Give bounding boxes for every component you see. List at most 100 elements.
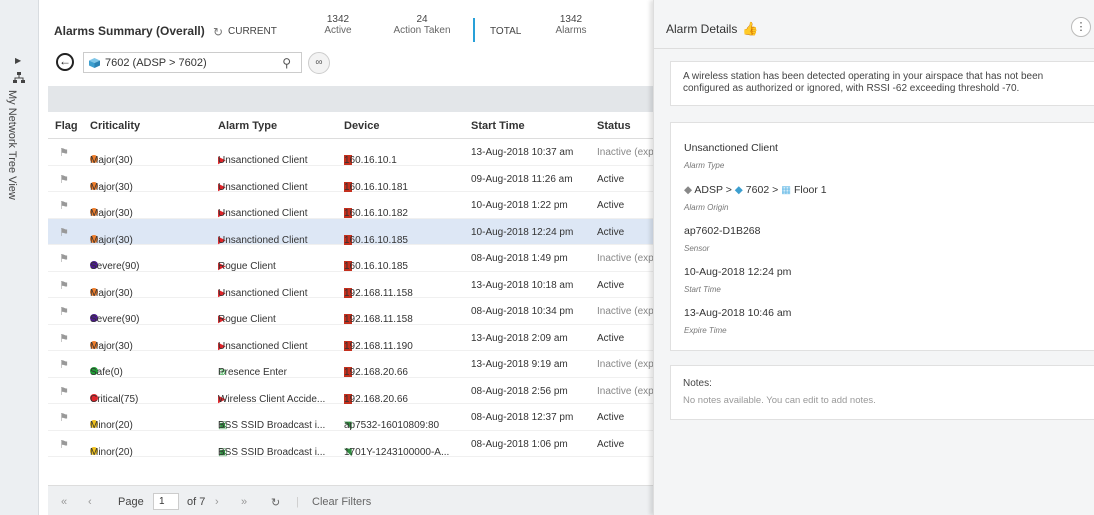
summary-title: Alarms Summary (Overall) <box>54 24 205 38</box>
table-row[interactable]: ⚑ Major(30) ▶ Unsanctioned Client 192.168.11… <box>48 324 653 352</box>
table-row[interactable]: ⚑ Minor(20) ▣ BSS SSID Broadcast i... ◥ 1701Y… <box>48 430 653 458</box>
device-text[interactable]: 160.16.10.185 <box>344 261 408 272</box>
next-page-icon[interactable]: › <box>215 496 219 508</box>
network-tree-toggle[interactable]: ▶ My Network Tree View <box>0 0 39 515</box>
start-time-key: Start Time <box>684 285 721 294</box>
clear-filters-button[interactable]: Clear Filters <box>312 496 371 508</box>
start-time-cell: 08-Aug-2018 10:34 pm <box>471 306 574 317</box>
table-row[interactable]: ⚑ Major(30) ▶ Unsanctioned Client 160.16.10.… <box>48 165 653 193</box>
flag-icon[interactable]: ⚑ <box>59 332 69 345</box>
table-row[interactable]: ⚑ Major(30) ▶ Unsanctioned Client 160.16.10.… <box>48 218 653 246</box>
device-text[interactable]: 192.168.11.158 <box>344 314 413 325</box>
notes-card[interactable]: Notes: No notes available. You can edit … <box>670 365 1094 420</box>
active-stat: 1342 Active <box>318 14 358 36</box>
col-start-time[interactable]: Start Time <box>471 120 525 132</box>
flag-icon[interactable]: ⚑ <box>59 385 69 398</box>
details-title-text: Alarm Details <box>666 22 738 36</box>
alarm-type-text: Presence Enter <box>218 367 287 378</box>
status-cell: Active <box>597 412 625 423</box>
first-page-icon[interactable]: « <box>61 496 67 508</box>
current-label: CURRENT <box>228 26 277 37</box>
back-button[interactable]: ← <box>56 53 74 71</box>
device-text[interactable]: 160.16.10.181 <box>344 182 408 193</box>
table-row[interactable]: ⚑ Major(30) ▶ Unsanctioned Client 160.16.10.… <box>48 192 653 219</box>
criticality-text: Critical(75) <box>90 393 139 405</box>
origin-floor[interactable]: Floor 1 <box>794 184 827 196</box>
flag-icon[interactable]: ⚑ <box>59 305 69 318</box>
criticality-text: Major(30) <box>90 234 133 246</box>
criticality-text: Major(30) <box>90 181 133 193</box>
alarm-type-text: Wireless Client Accide... <box>218 393 326 405</box>
flag-icon[interactable]: ⚑ <box>59 358 69 371</box>
device-text[interactable]: 160.16.10.182 <box>344 208 408 219</box>
criticality-text: Severe(90) <box>90 314 140 325</box>
status-cell: Active <box>597 226 625 238</box>
start-time-cell: 10-Aug-2018 1:22 pm <box>471 200 568 211</box>
alarm-details-panel: Alarm Details 👍 ⋮ A wireless station has … <box>653 0 1094 515</box>
alarm-type-text: Unsanctioned Client <box>218 181 308 193</box>
flag-icon[interactable]: ⚑ <box>59 252 69 265</box>
col-device[interactable]: Device <box>344 120 379 132</box>
pagination-bar: « ‹ Page 1 of 7 › » ↻ | Clear Filters <box>48 485 653 515</box>
col-criticality[interactable]: Criticality <box>90 120 140 132</box>
page-label: Page <box>118 496 144 508</box>
origin-adsp[interactable]: ADSP <box>694 184 722 196</box>
sensor-key: Sensor <box>684 244 710 253</box>
refresh-icon[interactable]: ↻ <box>213 25 223 39</box>
flag-icon[interactable]: ⚑ <box>59 226 69 239</box>
start-time-cell: 10-Aug-2018 12:24 pm <box>471 226 574 238</box>
alarm-description-card: A wireless station has been detected ope… <box>670 61 1094 106</box>
start-time-cell: 13-Aug-2018 2:09 am <box>471 332 568 344</box>
tree-view-label[interactable]: My Network Tree View <box>6 90 18 200</box>
flag-icon[interactable]: ⚑ <box>59 438 69 451</box>
device-text[interactable]: 160.16.10.185 <box>344 235 408 246</box>
alarm-origin-key: Alarm Origin <box>684 203 729 212</box>
flag-icon[interactable]: ⚑ <box>59 411 69 424</box>
last-page-icon[interactable]: » <box>241 496 247 508</box>
status-cell: Active <box>597 200 625 211</box>
device-text[interactable]: 192.168.11.190 <box>344 341 413 352</box>
device-text[interactable]: ap7532-16010809:80 <box>344 420 439 431</box>
device-text[interactable]: 192.168.20.66 <box>344 367 408 378</box>
prev-page-icon[interactable]: ‹ <box>88 496 92 508</box>
criticality-text: Major(30) <box>90 208 133 219</box>
summary-divider <box>473 18 475 42</box>
app-root: ▶ My Network Tree View Alarms Summary (O… <box>0 0 1094 515</box>
thumbs-up-icon[interactable]: 👍 <box>742 21 758 37</box>
search-icon[interactable]: ⚲ <box>282 56 291 70</box>
col-alarm-type[interactable]: Alarm Type <box>218 120 277 132</box>
page-input[interactable]: 1 <box>153 493 179 510</box>
origin-site[interactable]: 7602 <box>746 184 769 196</box>
device-text[interactable]: 192.168.20.66 <box>344 394 408 405</box>
status-cell: Inactive (expir <box>597 147 660 158</box>
more-options-icon[interactable]: ⋮ <box>1071 17 1091 37</box>
expand-arrow-icon[interactable]: ▶ <box>15 56 21 65</box>
device-text[interactable]: 1701Y-1243100000-A... <box>344 447 449 458</box>
start-time-value: 10-Aug-2018 12:24 pm <box>684 266 792 278</box>
table-row[interactable]: ⚑ Major(30) ▶ Unsanctioned Client 192.168.11… <box>48 271 653 299</box>
col-flag[interactable]: Flag <box>55 120 78 132</box>
table-row[interactable]: ⚑ Major(30) ▶ Unsanctioned Client 160.16.10.… <box>48 139 659 166</box>
start-time-cell: 08-Aug-2018 12:37 pm <box>471 412 574 423</box>
device-text[interactable]: 160.16.10.1 <box>344 155 397 166</box>
action-label: Action Taken <box>393 25 451 36</box>
col-status[interactable]: Status <box>597 120 631 132</box>
flag-icon[interactable]: ⚑ <box>59 146 69 159</box>
table-row[interactable]: ⚑ Critical(75) ▶ Wireless Client Accide... 1… <box>48 377 659 405</box>
alarms-count: 1342 <box>559 14 583 25</box>
table-row[interactable]: ⚑ Severe(90) ▶ Rogue Client 192.168.11.158 08… <box>48 298 659 325</box>
flag-icon[interactable]: ⚑ <box>59 173 69 186</box>
site-cube-icon <box>89 58 100 68</box>
grid-toolbar-band <box>48 86 653 112</box>
table-row[interactable]: ⚑ Severe(90) ▶ Rogue Client 160.16.10.185 08-… <box>48 245 659 272</box>
table-header: Flag Criticality Alarm Type Device Start… <box>48 112 653 139</box>
link-icon[interactable]: ∞ <box>308 52 330 74</box>
alarm-type-text: Unsanctioned Client <box>218 340 308 352</box>
table-row[interactable]: ⚑ Minor(20) ▣ BSS SSID Broadcast i... ◥ ap753… <box>48 404 653 431</box>
flag-icon[interactable]: ⚑ <box>59 199 69 212</box>
location-search[interactable]: 7602 (ADSP > 7602) ⚲ <box>83 52 302 73</box>
flag-icon[interactable]: ⚑ <box>59 279 69 292</box>
table-row[interactable]: ⚑ Safe(0) ⊕ Presence Enter 192.168.20.66 13-A… <box>48 351 659 378</box>
refresh-grid-icon[interactable]: ↻ <box>271 496 280 509</box>
device-text[interactable]: 192.168.11.158 <box>344 288 413 299</box>
